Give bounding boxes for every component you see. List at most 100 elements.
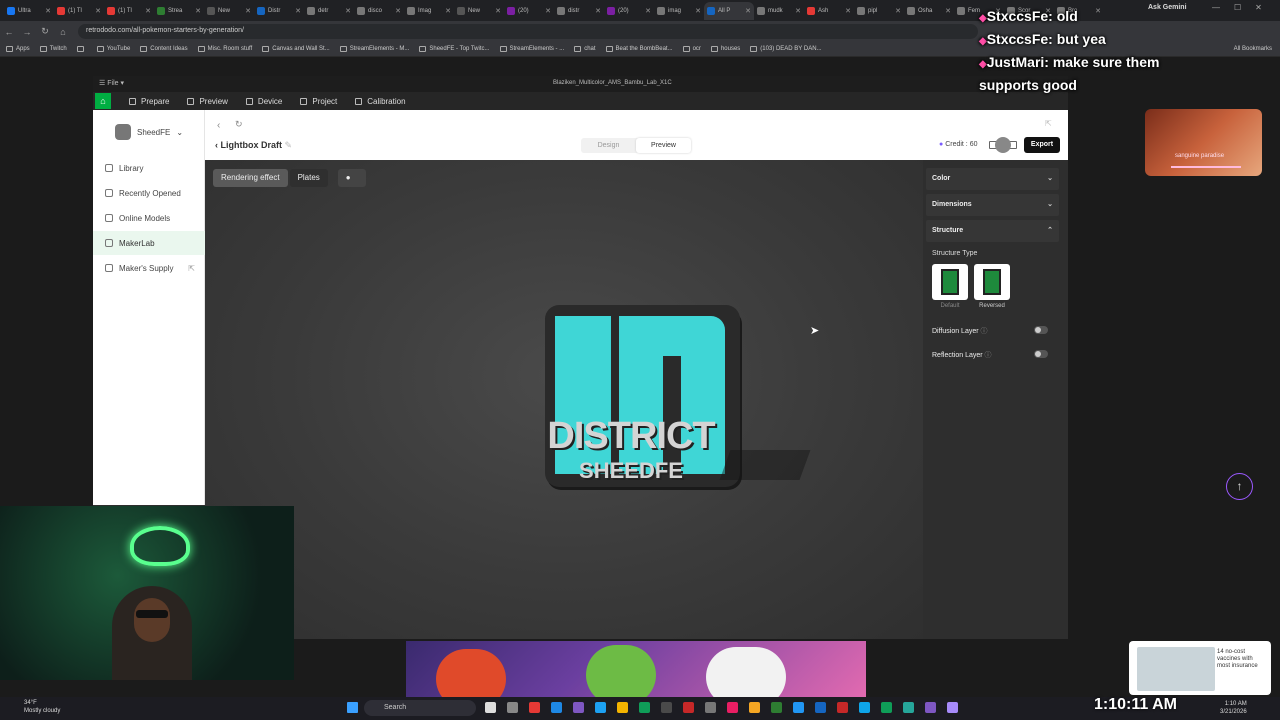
taskbar-app-icon[interactable] [903, 702, 914, 713]
nav-prepare[interactable]: Prepare [129, 97, 169, 106]
taskbar-app-icon[interactable] [529, 702, 540, 713]
browser-tab[interactable]: distr ✕ [554, 2, 604, 20]
bookmark-item[interactable]: (103) DEAD BY DAN... [750, 46, 822, 52]
browser-tab[interactable]: New ✕ [204, 2, 254, 20]
bookmark-item[interactable] [76, 46, 87, 52]
taskbar-app-icon[interactable] [573, 702, 584, 713]
home-icon[interactable]: ⌂ [95, 93, 111, 109]
browser-tab[interactable]: Osha ✕ [904, 2, 954, 20]
diffusion-layer-toggle[interactable] [1034, 326, 1048, 334]
taskbar-app-icon[interactable] [551, 702, 562, 713]
bookmark-item[interactable]: YouTube [96, 46, 130, 52]
close-tab-icon[interactable]: ✕ [595, 7, 601, 15]
browser-tab[interactable]: mudk ✕ [754, 2, 804, 20]
taskbar-app-icon[interactable] [947, 702, 958, 713]
close-tab-icon[interactable]: ✕ [745, 7, 751, 15]
close-tab-icon[interactable]: ✕ [845, 7, 851, 15]
close-tab-icon[interactable]: ✕ [95, 7, 101, 15]
bookmark-item[interactable]: SheedFE - Top Twitc... [419, 46, 490, 52]
bookmark-item[interactable]: Canvas and Wall St... [262, 46, 330, 52]
nav-calibration[interactable]: Calibration [355, 97, 406, 106]
close-tab-icon[interactable]: ✕ [495, 7, 501, 15]
close-tab-icon[interactable]: ✕ [895, 7, 901, 15]
reload-icon[interactable]: ↻ [36, 26, 54, 37]
bookmark-item[interactable]: Misc. Room stuff [197, 46, 252, 52]
taskbar-app-icon[interactable] [705, 702, 716, 713]
edit-icon[interactable]: ✎ [285, 140, 293, 150]
close-tab-icon[interactable]: ✕ [345, 7, 351, 15]
close-tab-icon[interactable]: ✕ [545, 7, 551, 15]
bookmark-item[interactable]: Content Ideas [140, 46, 188, 52]
browser-tab[interactable]: imag ✕ [654, 2, 704, 20]
taskbar-app-icon[interactable] [749, 702, 760, 713]
browser-tab[interactable]: Ultra ✕ [4, 2, 54, 20]
weather-widget[interactable]: 34°F Mostly cloudy [24, 699, 60, 715]
bookmark-item[interactable]: StreamElements - ... [499, 46, 564, 52]
bookmark-item[interactable]: houses [710, 46, 740, 52]
nav-device[interactable]: Device [245, 97, 282, 106]
forward-icon[interactable]: → [18, 27, 36, 37]
bookmark-item[interactable]: Beat the BombBeat... [605, 46, 673, 52]
taskbar-app-icon[interactable] [727, 702, 738, 713]
browser-tab[interactable]: New ✕ [454, 2, 504, 20]
taskbar-app-icon[interactable] [485, 702, 496, 713]
home-icon[interactable]: ⌂ [54, 27, 72, 37]
browser-tab[interactable]: Ash ✕ [804, 2, 854, 20]
browser-tab[interactable]: Imag ✕ [404, 2, 454, 20]
taskbar-app-icon[interactable] [793, 702, 804, 713]
dimensions-section[interactable]: Dimensions ⌄ [926, 194, 1059, 216]
user-menu[interactable]: SheedFE ⌄ [115, 124, 183, 140]
sidebar-item-makerlab[interactable]: MakerLab [93, 231, 205, 255]
structure-default-option[interactable] [932, 264, 968, 300]
taskbar-app-icon[interactable] [661, 702, 672, 713]
sidebar-item-online-models[interactable]: Online Models [93, 206, 205, 230]
advertisement[interactable]: 14 no-cost vaccines with most insurance [1129, 641, 1271, 695]
taskbar-app-icon[interactable] [617, 702, 628, 713]
scroll-to-top-button[interactable]: ↑ [1226, 473, 1253, 500]
avatar[interactable] [995, 137, 1011, 153]
bookmark-item[interactable]: chat [574, 46, 596, 52]
taskbar-app-icon[interactable] [771, 702, 782, 713]
color-section[interactable]: Color ⌄ [926, 168, 1059, 190]
tab-plates[interactable]: Plates [289, 169, 328, 187]
taskbar-app-icon[interactable] [925, 702, 936, 713]
bookmark-item[interactable]: StreamElements - M... [339, 46, 409, 52]
nav-project[interactable]: Project [300, 97, 337, 106]
nav-preview[interactable]: Preview [187, 97, 228, 106]
close-tab-icon[interactable]: ✕ [45, 7, 51, 15]
system-clock[interactable]: 1:10 AM 3/21/2026 [1220, 700, 1247, 716]
browser-tab[interactable]: disco ✕ [354, 2, 404, 20]
structure-section[interactable]: Structure ⌃ [926, 220, 1059, 242]
browser-tab[interactable]: (20) ✕ [504, 2, 554, 20]
windows-start-icon[interactable] [347, 702, 358, 713]
bookmark-item[interactable]: Apps [6, 46, 30, 52]
close-tab-icon[interactable]: ✕ [395, 7, 401, 15]
close-tab-icon[interactable]: ✕ [795, 7, 801, 15]
taskbar-app-icon[interactable] [683, 702, 694, 713]
back-arrow-icon[interactable]: ‹ [217, 120, 220, 131]
taskbar-app-icon[interactable] [881, 702, 892, 713]
taskbar-app-icon[interactable] [507, 702, 518, 713]
close-tab-icon[interactable]: ✕ [945, 7, 951, 15]
close-tab-icon[interactable]: ✕ [295, 7, 301, 15]
light-icon[interactable]: ● [337, 169, 366, 187]
browser-tab[interactable]: pipl ✕ [854, 2, 904, 20]
taskbar-app-icon[interactable] [595, 702, 606, 713]
close-tab-icon[interactable]: ✕ [695, 7, 701, 15]
url-input[interactable]: retrododo.com/all-pokemon-starters-by-ge… [78, 24, 978, 39]
browser-tab[interactable]: All P ✕ [704, 1, 754, 20]
structure-reversed-option[interactable] [974, 264, 1010, 300]
close-tab-icon[interactable]: ✕ [445, 7, 451, 15]
browser-tab[interactable]: (1) Tl ✕ [54, 2, 104, 20]
sidebar-item-recently-opened[interactable]: Recently Opened [93, 181, 205, 205]
bookmark-item[interactable]: Twitch [39, 46, 67, 52]
reflection-layer-toggle[interactable] [1034, 350, 1048, 358]
taskbar-app-icon[interactable] [639, 702, 650, 713]
close-tab-icon[interactable]: ✕ [245, 7, 251, 15]
taskbar-app-icon[interactable] [859, 702, 870, 713]
refresh-icon[interactable]: ↻ [235, 119, 243, 130]
taskbar-search[interactable]: Search [364, 700, 476, 716]
sidebar-item-library[interactable]: Library [93, 156, 205, 180]
taskbar-app-icon[interactable] [815, 702, 826, 713]
file-menu[interactable]: ☰ File ▾ [99, 79, 124, 87]
